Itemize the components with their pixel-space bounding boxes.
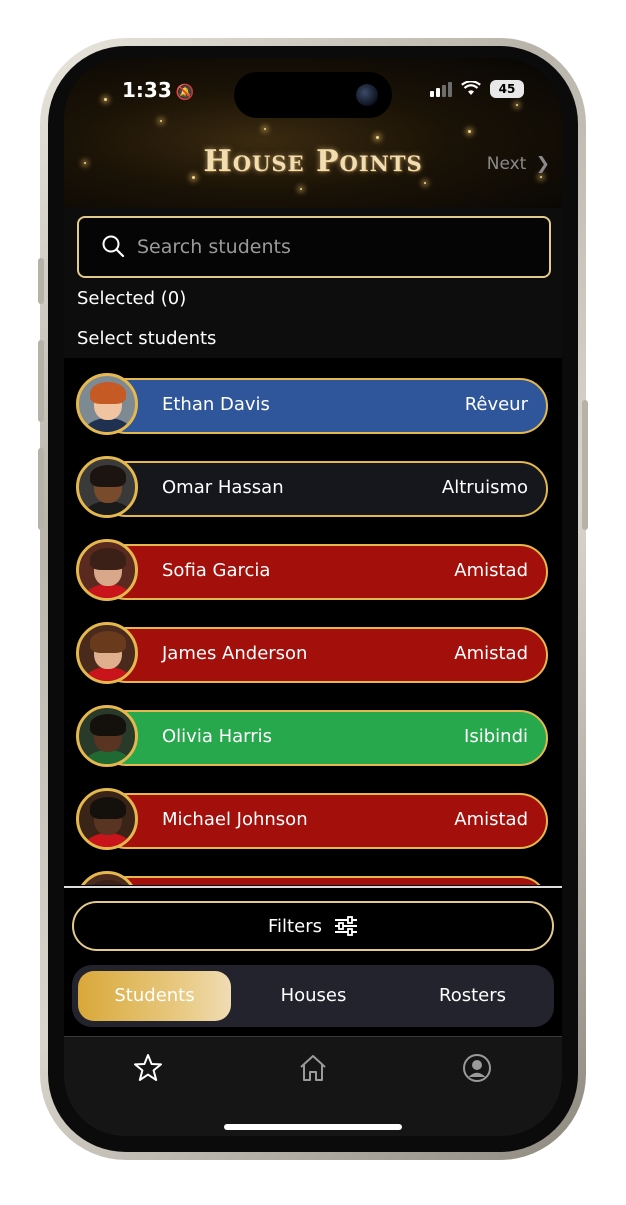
next-button[interactable]: Next ❯ [487,154,550,174]
home-indicator [224,1124,402,1130]
volume-down-button [38,448,44,530]
status-time: 1:33 🔕 [122,78,194,102]
camera-icon [356,84,378,106]
student-house: Rêveur [464,394,528,415]
student-name: Omar Hassan [162,477,284,498]
status-indicators: 45 [430,80,524,98]
sparkle [104,98,107,101]
sparkle [376,136,379,139]
avatar [76,622,138,684]
cellular-signal-icon [430,81,452,97]
student-name: Michael Johnson [162,809,308,830]
student-house: Isibindi [464,726,528,747]
student-name: James Anderson [162,643,308,664]
segment-control: Students Houses Rosters [72,965,554,1027]
next-label: Next [486,154,527,174]
avatar [76,539,138,601]
app-screen: 1:33 🔕 45 House Points Next ❯ Search stu… [64,58,562,1136]
search-section: Selected (0) Select students [64,208,562,358]
sparkle [300,188,302,190]
student-row[interactable]: Sofia Garcia Amistad [76,539,548,601]
power-button [582,400,588,530]
student-list: Ethan Davis Rêveur Omar Hassan Altruismo… [64,358,562,885]
student-name: Olivia Harris [162,726,273,747]
selected-count: Selected (0) [77,288,187,309]
avatar [76,456,138,518]
student-row[interactable]: James Anderson Amistad [76,622,548,684]
student-house: Amistad [454,560,528,581]
student-name: Ethan Davis [162,394,270,415]
student-pill [98,876,548,885]
chevron-right-icon: ❯ [535,154,550,174]
tab-students[interactable]: Students [78,971,231,1021]
sparkle [424,182,426,184]
student-house: Altruismo [441,477,528,498]
tab-rosters[interactable]: Rosters [396,971,549,1021]
sparkle [160,120,162,122]
home-icon[interactable] [298,1053,328,1083]
battery-icon: 45 [490,80,524,98]
sparkle [264,128,266,130]
student-row[interactable] [76,871,548,885]
app-header: 1:33 🔕 45 House Points Next ❯ [64,58,562,208]
silent-switch [38,258,44,304]
list-divider [64,886,562,888]
student-name: Sofia Garcia [162,560,271,581]
select-students-label: Select students [77,328,217,349]
filters-label: Filters [268,915,322,937]
wifi-icon [461,81,481,95]
avatar [76,705,138,767]
dynamic-island [234,72,392,118]
student-house: Amistad [454,809,528,830]
tab-houses[interactable]: Houses [237,971,390,1021]
search-icon [102,235,125,258]
student-row[interactable]: Omar Hassan Altruismo [76,456,548,518]
sliders-icon [334,916,357,936]
avatar [76,373,138,435]
avatar [76,788,138,850]
student-row[interactable]: Ethan Davis Rêveur [76,373,548,435]
bell-muted-icon: 🔕 [175,83,195,101]
student-row[interactable]: Olivia Harris Isibindi [76,705,548,767]
profile-icon[interactable] [462,1053,492,1083]
student-house: Amistad [454,643,528,664]
filters-button[interactable]: Filters [72,901,554,951]
sparkle [516,104,518,106]
time-text: 1:33 [122,78,172,102]
volume-up-button [38,340,44,422]
search-input[interactable] [135,232,519,262]
search-box[interactable] [77,216,551,278]
sparkle [468,130,471,133]
star-icon[interactable] [133,1053,163,1083]
bottom-tab-bar [64,1036,562,1136]
student-row[interactable]: Michael Johnson Amistad [76,788,548,850]
